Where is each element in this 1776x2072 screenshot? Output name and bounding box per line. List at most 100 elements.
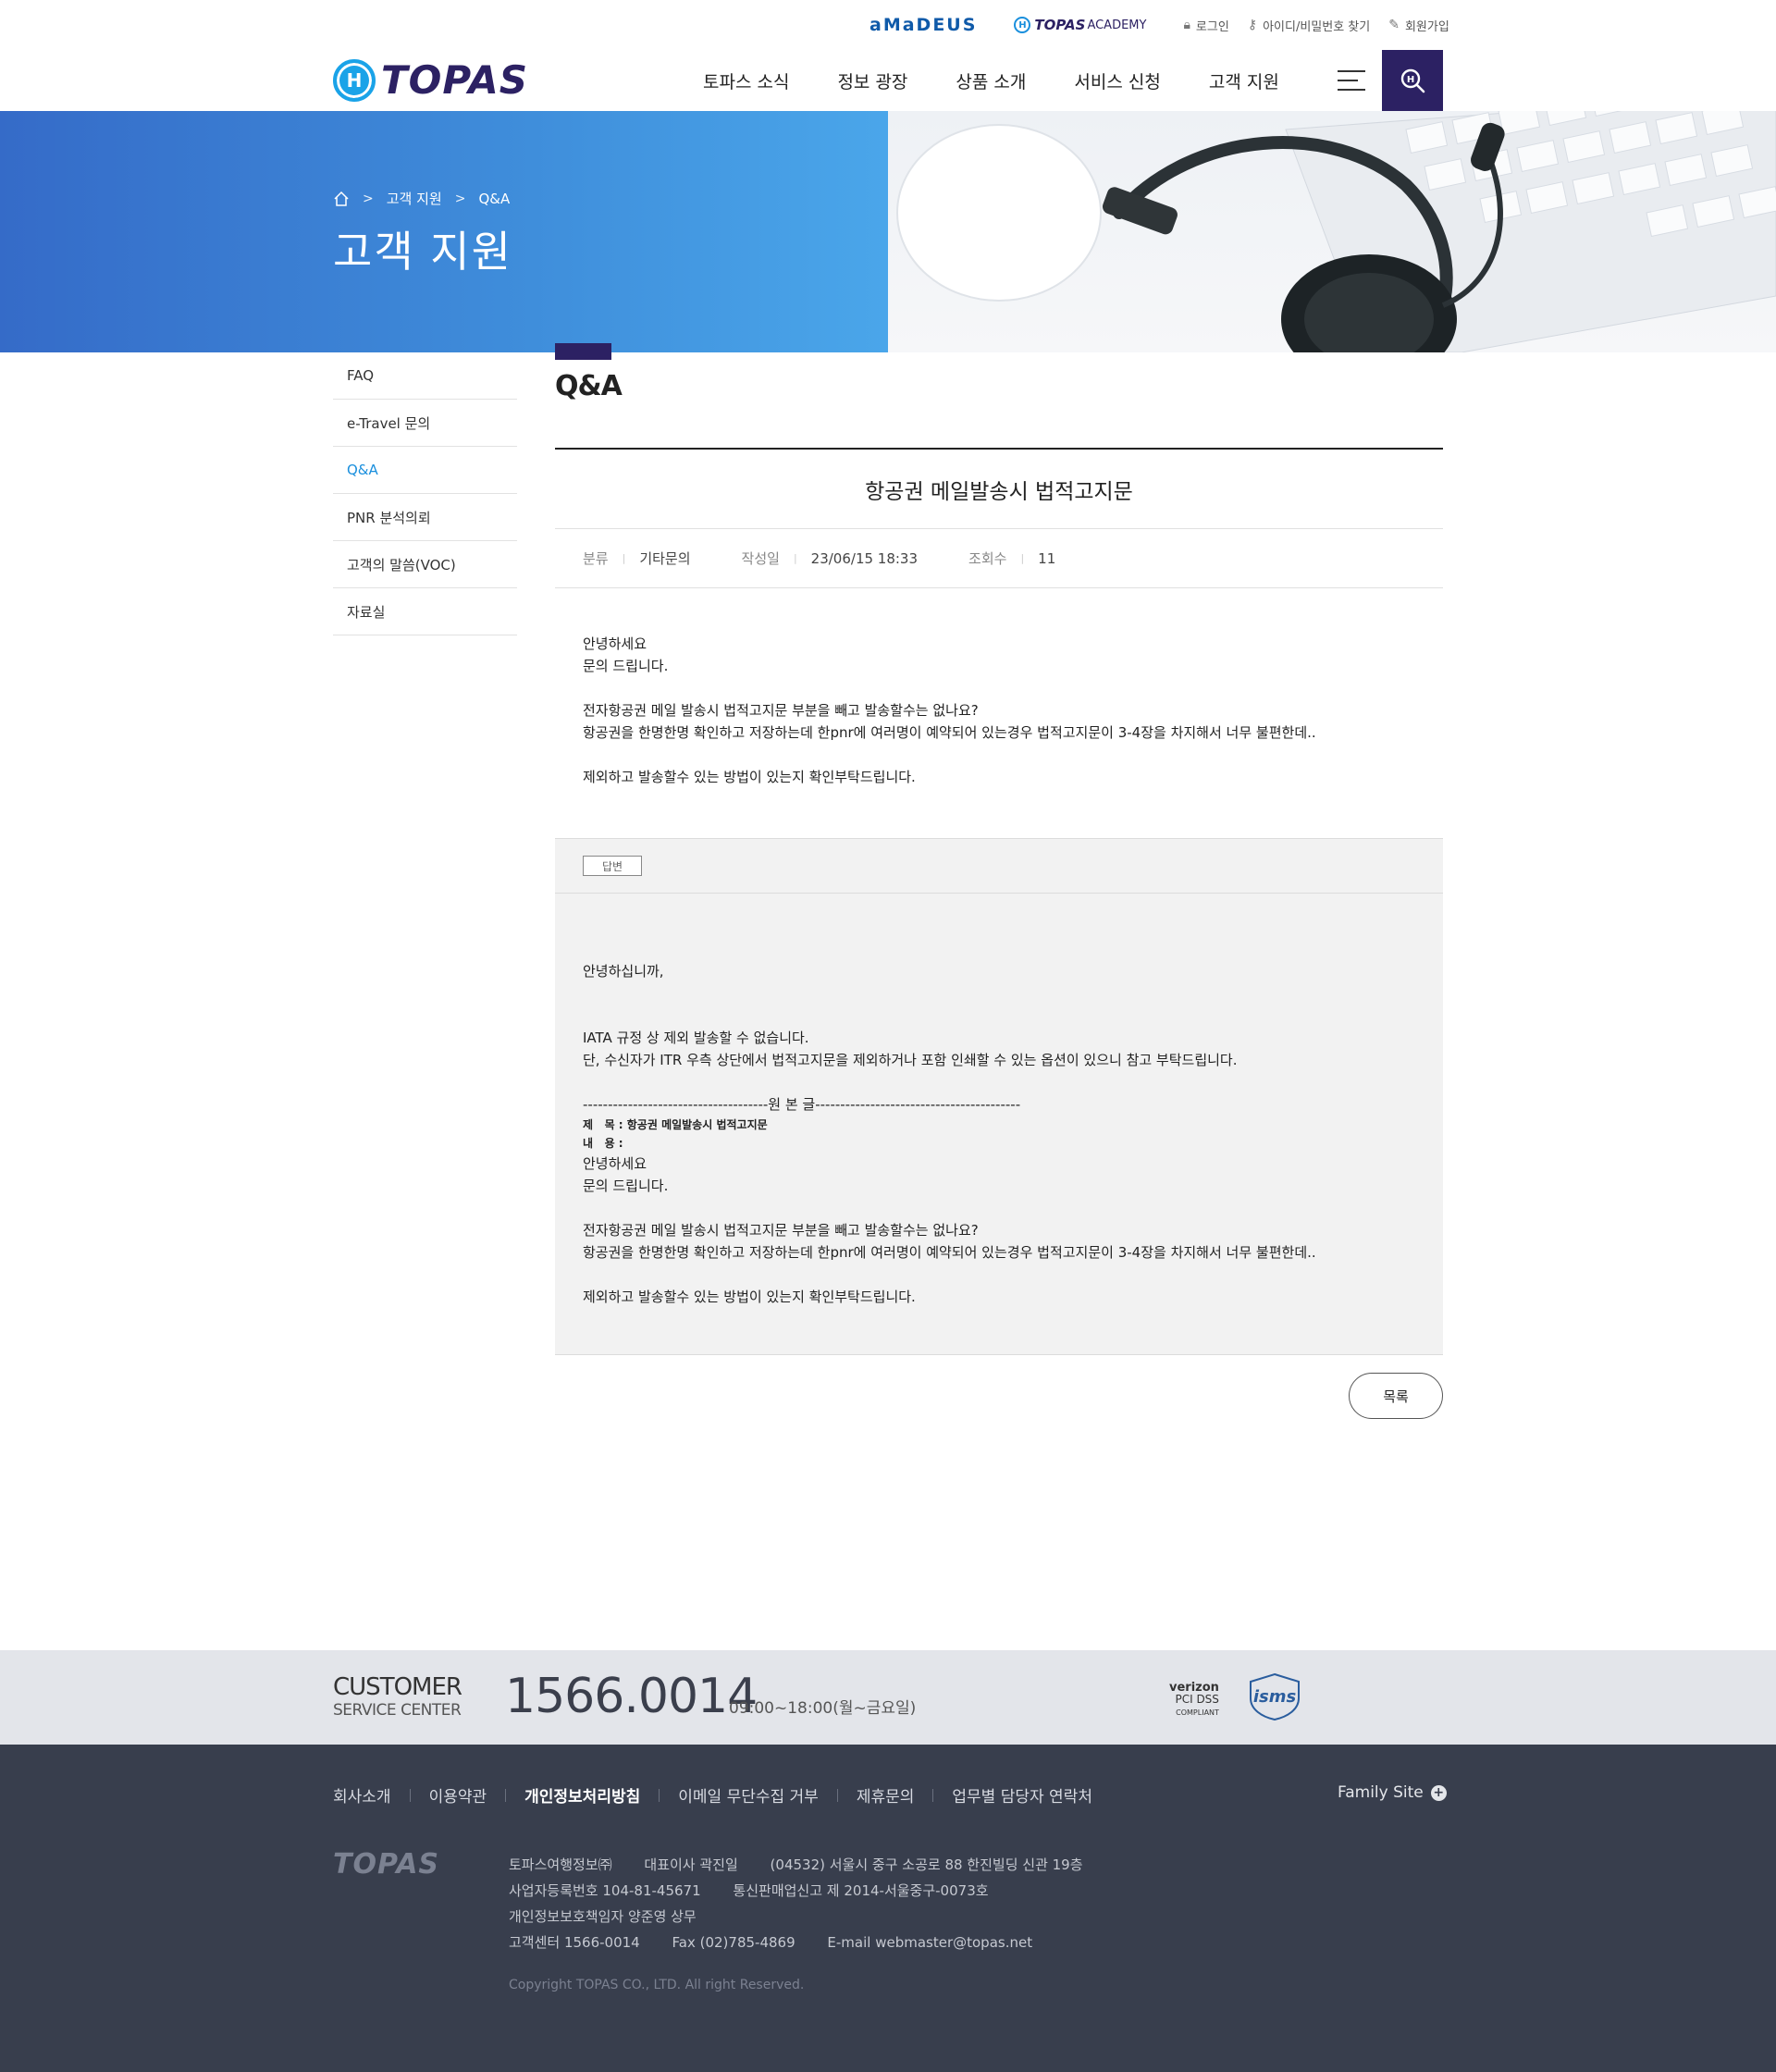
lock-icon: 🔒︎ [1183, 18, 1190, 32]
amadeus-logo[interactable]: aMaDEUS [870, 15, 977, 35]
info-row: 개인정보보호책임자 양준영 상무 [509, 1904, 1111, 1930]
family-site-toggle[interactable]: Family Site + [1338, 1783, 1447, 1802]
body-line [583, 744, 1415, 766]
body-line: 안녕하세요 [583, 635, 648, 652]
answer-line: 단, 수신자가 ITR 우측 상단에서 법적고지문을 제외하거나 포함 인쇄할 … [583, 1052, 1238, 1068]
topas-academy-link[interactable]: H TOPAS ACADEMY [1014, 17, 1146, 33]
original-line [583, 1264, 1415, 1286]
breadcrumb: > 고객 지원 > Q&A [333, 189, 510, 208]
topas-logo-icon: H [333, 58, 376, 102]
footer-link-email-refusal[interactable]: 이메일 무단수집 거부 [678, 1783, 819, 1807]
meta-category-label: 분류 [583, 550, 609, 567]
isms-text: isms [1253, 1687, 1297, 1707]
body-line: 제외하고 발송할수 있는 방법이 있는지 확인부탁드립니다. [583, 769, 916, 785]
key-icon: ⚷ [1247, 18, 1258, 32]
nav-item-news[interactable]: 토파스 소식 [703, 68, 789, 93]
main-nav: 토파스 소식 정보 광장 상품 소개 서비스 신청 고객 지원 [703, 50, 1327, 111]
footer-logo: TOPAS [333, 1848, 440, 1881]
customer-center-phone: 고객센터 1566-0014 [509, 1934, 640, 1951]
company-info: 토파스여행정보㈜ 대표이사 곽진일 (04532) 서울시 중구 소공로 88 … [509, 1852, 1111, 1955]
home-icon[interactable] [333, 191, 350, 207]
customer-title: CUSTOMER [333, 1673, 462, 1701]
sidebar-item-faq[interactable]: FAQ [333, 352, 517, 400]
info-row: 고객센터 1566-0014 Fax (02)785-4869 E-mail w… [509, 1930, 1111, 1955]
original-divider: -------------------------------------원 본… [583, 1096, 1021, 1113]
sidebar-item-archive[interactable]: 자료실 [333, 588, 517, 635]
join-link[interactable]: ✎ 회원가입 [1388, 17, 1449, 34]
footer: 회사소개 이용약관 개인정보처리방침 이메일 무단수집 거부 제휴문의 업무별 … [0, 1745, 1776, 2072]
footer-link-company[interactable]: 회사소개 [333, 1783, 391, 1807]
nav-item-service[interactable]: 서비스 신청 [1074, 68, 1160, 93]
login-label: 로그인 [1195, 19, 1229, 34]
customer-center-strip: CUSTOMER SERVICE CENTER 1566.0014 09:00~… [0, 1650, 1776, 1745]
footer-link-privacy[interactable]: 개인정보처리방침 [524, 1783, 640, 1807]
verizon-line2: PCI DSS [1175, 1693, 1219, 1706]
original-line: 전자항공권 메일 발송시 법적고지문 부분을 빼고 발송할수는 없나요? [583, 1222, 979, 1239]
footer-link-partnership[interactable]: 제휴문의 [857, 1783, 915, 1807]
answer-badge: 답변 [583, 856, 642, 876]
meta-divider: | [622, 552, 626, 564]
nav-item-support[interactable]: 고객 지원 [1209, 68, 1279, 93]
meta-views-label: 조회수 [968, 550, 1007, 567]
meta-category: 기타문의 [639, 550, 691, 567]
meta-divider: | [793, 552, 797, 564]
svg-text:H: H [1407, 75, 1414, 85]
breadcrumb-item-support[interactable]: 고객 지원 [387, 189, 442, 208]
body-line: 항공권을 한명한명 확인하고 저장하는데 한pnr에 여러명이 예약되어 있는경… [583, 724, 1316, 741]
business-number: 사업자등록번호 104-81-45671 [509, 1882, 701, 1899]
original-line: 항공권을 한명한명 확인하고 저장하는데 한pnr에 여러명이 예약되어 있는경… [583, 1244, 1316, 1261]
post-body: 안녕하세요 문의 드립니다. 전자항공권 메일 발송시 법적고지문 부분을 빼고… [555, 588, 1443, 838]
nav-item-info[interactable]: 정보 광장 [837, 68, 907, 93]
answer-header: 답변 [555, 838, 1443, 894]
original-subject: 제 목 : 항공권 메일발송시 법적고지문 [583, 1118, 768, 1131]
answer-body: 안녕하십니까, IATA 규정 상 제외 발송할 수 없습니다. 단, 수신자가… [555, 894, 1443, 1354]
page-visual: > 고객 지원 > Q&A 고객 지원 [0, 111, 1776, 352]
topas-academy-logo-icon: H [1014, 17, 1031, 33]
copyright: Copyright TOPAS CO., LTD. All right Rese… [509, 1978, 805, 1992]
customer-subtitle: SERVICE CENTER [333, 1701, 462, 1720]
sidebar-item-voc[interactable]: 고객의 말씀(VOC) [333, 541, 517, 588]
info-row: 토파스여행정보㈜ 대표이사 곽진일 (04532) 서울시 중구 소공로 88 … [509, 1852, 1111, 1878]
academy-brand: TOPAS [1034, 17, 1086, 33]
answer-greeting: 안녕하십니까, [583, 963, 664, 980]
customer-phone: 1566.0014 [505, 1669, 758, 1724]
post-meta: 분류 | 기타문의 작성일 | 23/06/15 18:33 조회수 | 11 [555, 529, 1443, 588]
body-line [583, 677, 1415, 699]
meta-date: 23/06/15 18:33 [810, 549, 919, 567]
login-link[interactable]: 🔒︎ 로그인 [1183, 17, 1228, 34]
academy-word: ACADEMY [1087, 18, 1147, 32]
email: E-mail webmaster@topas.net [827, 1934, 1033, 1951]
body-line: 전자항공권 메일 발송시 법적고지문 부분을 빼고 발송할수는 없나요? [583, 702, 979, 719]
verizon-line3: COMPLIANT [1176, 1708, 1219, 1717]
ecommerce-number: 통신판매업신고 제 2014-서울중구-0073호 [733, 1882, 989, 1899]
search-button[interactable]: H [1382, 50, 1443, 111]
sidebar-item-etravel[interactable]: e-Travel 문의 [333, 400, 517, 447]
isms-badge-icon: isms [1250, 1672, 1300, 1720]
original-line [583, 1197, 1415, 1219]
meta-divider: | [1020, 552, 1025, 564]
find-id-label: 아이디/비밀번호 찾기 [1263, 19, 1371, 34]
sidebar-item-qna[interactable]: Q&A [333, 447, 517, 494]
verizon-pci-badge: verizon PCI DSS COMPLIANT [1169, 1682, 1219, 1719]
footer-link-contacts[interactable]: 업무별 담당자 연락처 [952, 1783, 1092, 1807]
family-site-label: Family Site [1338, 1783, 1424, 1802]
pencil-icon: ✎ [1388, 18, 1400, 32]
answer-line: IATA 규정 상 제외 발송할 수 없습니다. [583, 1030, 809, 1046]
nav-item-products[interactable]: 상품 소개 [956, 68, 1026, 93]
page-title: 고객 지원 [333, 227, 512, 277]
post-view: 항공권 메일발송시 법적고지문 분류 | 기타문의 작성일 | 23/06/15… [555, 448, 1443, 1355]
topas-logo[interactable]: H TOPAS [333, 57, 528, 103]
answer-section: 답변 안녕하십니까, IATA 규정 상 제외 발송할 수 없습니다. 단, 수… [555, 838, 1443, 1355]
original-line: 안녕하세요 [583, 1155, 648, 1172]
find-id-link[interactable]: ⚷ 아이디/비밀번호 찾기 [1248, 17, 1370, 34]
customer-hours: 09:00~18:00(월~금요일) [729, 1699, 917, 1718]
original-line: 제외하고 발송할수 있는 방법이 있는지 확인부탁드립니다. [583, 1289, 916, 1305]
sidebar-item-pnr[interactable]: PNR 분석의뢰 [333, 494, 517, 541]
footer-link-terms[interactable]: 이용약관 [429, 1783, 487, 1807]
fax: Fax (02)785-4869 [672, 1934, 796, 1951]
breadcrumb-item-qna[interactable]: Q&A [478, 191, 510, 207]
chevron-right-icon: > [363, 191, 374, 206]
list-button[interactable]: 목록 [1349, 1373, 1443, 1419]
original-line: 문의 드립니다. [583, 1178, 669, 1194]
menu-icon[interactable] [1338, 70, 1365, 91]
